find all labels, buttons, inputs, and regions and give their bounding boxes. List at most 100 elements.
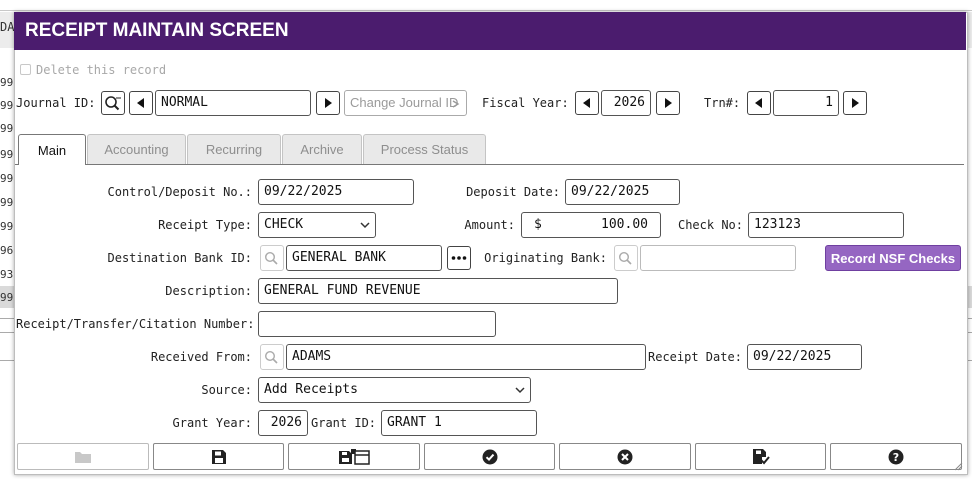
fiscal-year-prev-button[interactable] <box>575 91 599 115</box>
originating-bank-lookup-button[interactable] <box>614 245 638 271</box>
receipt-maintain-dialog <box>14 12 968 475</box>
record-nsf-checks-button[interactable]: Record NSF Checks <box>825 245 961 271</box>
background-row: 99 <box>0 172 14 185</box>
control-deposit-label: Control/Deposit No.: <box>107 185 253 199</box>
delete-record-checkbox[interactable] <box>20 64 31 75</box>
close-circle-icon <box>617 449 633 464</box>
fiscal-year-next-button[interactable] <box>656 91 680 115</box>
dropdown-arrow-icon <box>451 98 461 112</box>
background-row: 99 <box>0 291 14 304</box>
search-icon <box>264 350 278 364</box>
search-icon <box>264 251 278 265</box>
amount-currency: $ <box>534 217 542 232</box>
chevron-down-icon <box>515 387 525 394</box>
tab-recurring[interactable]: Recurring <box>187 134 281 164</box>
check-no-field[interactable]: 123123 <box>748 212 904 238</box>
citation-number-field[interactable] <box>258 311 496 337</box>
receipt-date-label: Receipt Date: <box>648 350 742 364</box>
amount-label: Amount: <box>464 218 515 232</box>
background-row: 96 <box>0 244 14 257</box>
receipt-type-select[interactable]: CHECK <box>258 212 376 238</box>
receipt-type-value: CHECK <box>264 217 304 232</box>
change-journal-field[interactable]: Change Journal ID <box>344 90 467 116</box>
svg-text:?: ? <box>893 451 899 464</box>
search-icon <box>618 251 632 265</box>
destination-bank-more-button[interactable] <box>447 246 471 270</box>
amount-value: 100.00 <box>601 217 648 232</box>
source-label: Source: <box>201 383 252 397</box>
originating-bank-label: Originating Bank: <box>484 251 607 265</box>
trn-label: Trn#: <box>704 96 741 110</box>
resize-grip-icon[interactable] <box>953 460 963 474</box>
triangle-left-icon <box>137 98 144 108</box>
tab-main[interactable]: Main <box>18 134 86 165</box>
help-icon: ? <box>888 449 904 464</box>
background-row: 99 <box>0 122 14 135</box>
trn-prev-button[interactable] <box>747 91 771 115</box>
receipt-date-field[interactable]: 09/22/2025 <box>747 344 862 370</box>
background-app-header <box>0 0 972 11</box>
delete-record-label: Delete this record <box>36 63 167 77</box>
save-and-new-button[interactable] <box>288 443 420 470</box>
originating-bank-field[interactable] <box>640 245 796 271</box>
save-button[interactable] <box>153 443 284 470</box>
citation-number-label: Receipt/Transfer/Citation Number: <box>16 317 255 331</box>
fiscal-year-label: Fiscal Year: <box>482 96 569 110</box>
grant-id-field[interactable]: GRANT 1 <box>381 410 537 436</box>
folder-icon <box>75 451 91 463</box>
triangle-right-icon <box>665 98 672 108</box>
dialog-title: RECEIPT MAINTAIN SCREEN <box>25 20 289 41</box>
search-icon <box>105 96 121 111</box>
background-row: 93 <box>0 268 14 281</box>
save-and-new-icon <box>339 448 370 465</box>
background-row: 99 <box>0 76 14 89</box>
fiscal-year-field[interactable]: 2026 <box>601 90 651 116</box>
destination-bank-lookup-button[interactable] <box>260 245 284 271</box>
grant-year-field[interactable]: 2026 <box>258 410 308 436</box>
control-deposit-field[interactable]: 09/22/2025 <box>258 179 414 205</box>
tab-strip-line <box>15 164 964 165</box>
background-row: 99 <box>0 196 14 209</box>
save-and-close-button[interactable] <box>695 443 826 470</box>
description-label: Description: <box>165 284 252 298</box>
source-value: Add Receipts <box>264 382 358 397</box>
help-button[interactable]: ? <box>830 443 962 470</box>
deposit-date-field[interactable]: 09/22/2025 <box>565 179 680 205</box>
grant-id-label: Grant ID: <box>311 416 377 430</box>
background-row: 99 <box>0 220 14 233</box>
triangle-right-icon <box>852 98 859 108</box>
confirm-button[interactable] <box>424 443 555 470</box>
amount-field[interactable]: $ 100.00 <box>521 212 661 238</box>
tab-accounting[interactable]: Accounting <box>87 134 186 164</box>
trn-next-button[interactable] <box>843 91 867 115</box>
save-icon <box>211 449 226 464</box>
save-check-icon <box>752 449 770 465</box>
destination-bank-label: Destination Bank ID: <box>107 251 253 265</box>
received-from-field[interactable]: ADAMS <box>286 344 646 370</box>
journal-prev-button[interactable] <box>129 91 153 115</box>
background-row: 99 <box>0 148 14 161</box>
received-from-label: Received From: <box>150 350 252 364</box>
journal-lookup-button[interactable] <box>101 91 125 115</box>
background-column-header: DA <box>0 20 15 34</box>
open-folder-button[interactable] <box>17 443 149 470</box>
receipt-type-label: Receipt Type: <box>158 218 252 232</box>
journal-id-field[interactable]: NORMAL <box>155 90 311 116</box>
tab-process-status[interactable]: Process Status <box>363 134 486 164</box>
background-row: 99 <box>0 99 14 112</box>
triangle-right-icon <box>325 98 332 108</box>
grant-year-label: Grant Year: <box>172 416 252 430</box>
journal-id-label: Journal ID: <box>16 96 96 110</box>
check-no-label: Check No: <box>677 218 743 232</box>
check-circle-icon <box>482 449 497 464</box>
tab-archive[interactable]: Archive <box>282 134 362 164</box>
source-select[interactable]: Add Receipts <box>258 377 531 403</box>
received-from-lookup-button[interactable] <box>260 344 284 370</box>
cancel-button[interactable] <box>559 443 691 470</box>
triangle-left-icon <box>755 98 762 108</box>
description-field[interactable]: GENERAL FUND REVENUE <box>258 278 618 304</box>
journal-next-button[interactable] <box>316 91 340 115</box>
deposit-date-label: Deposit Date: <box>466 185 560 199</box>
trn-field[interactable]: 1 <box>773 90 839 116</box>
destination-bank-field[interactable]: GENERAL BANK <box>286 245 442 271</box>
